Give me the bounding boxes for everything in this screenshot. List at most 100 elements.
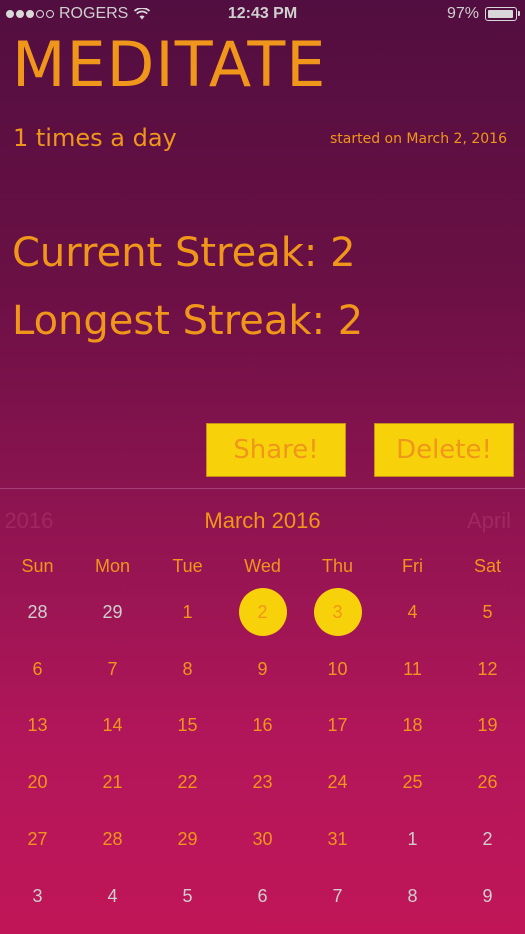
calendar-day[interactable]: 1 — [375, 811, 450, 868]
calendar-week-row: 13 14 15 16 17 18 19 — [0, 698, 525, 755]
calendar-day-number: 4 — [407, 601, 418, 622]
calendar-day-completed[interactable]: 2 — [225, 584, 300, 641]
status-right: 97% — [446, 5, 520, 23]
month-header[interactable]: ry 2016 March 2016 April — [0, 508, 525, 538]
calendar-day-number: 9 — [482, 885, 493, 906]
weekday-header: Sun Mon Tue Wed Thu Fri Sat — [0, 556, 525, 577]
current-streak: Current Streak: 2 — [12, 230, 356, 276]
calendar-day-completed[interactable]: 3 — [300, 584, 375, 641]
delete-button[interactable]: Delete! — [374, 423, 514, 477]
calendar-day[interactable]: 11 — [375, 641, 450, 698]
calendar-day-number: 11 — [403, 658, 422, 679]
battery-icon — [485, 7, 520, 21]
calendar-day[interactable]: 8 — [375, 868, 450, 925]
weekday-fri: Fri — [402, 556, 423, 576]
calendar-day[interactable]: 7 — [75, 641, 150, 698]
calendar-day[interactable]: 8 — [150, 641, 225, 698]
calendar-day[interactable]: 23 — [225, 754, 300, 811]
calendar-day[interactable]: 19 — [450, 698, 525, 755]
calendar-day[interactable]: 29 — [150, 811, 225, 868]
calendar-day[interactable]: 31 — [300, 811, 375, 868]
calendar-day[interactable]: 9 — [225, 641, 300, 698]
calendar-day-number: 25 — [402, 772, 423, 793]
calendar-day[interactable]: 5 — [450, 584, 525, 641]
calendar-day-number: 29 — [102, 601, 123, 622]
weekday-thu: Thu — [321, 556, 354, 576]
weekday-tue: Tue — [172, 556, 203, 576]
calendar-day-number: 27 — [27, 829, 48, 850]
calendar-day[interactable]: 13 — [0, 698, 75, 755]
calendar-day-number: 1 — [407, 829, 418, 850]
share-button[interactable]: Share! — [206, 423, 346, 477]
calendar-day[interactable]: 12 — [450, 641, 525, 698]
calendar-week-row: 28 29 1 2 3 4 5 — [0, 584, 525, 641]
calendar-day-number: 8 — [182, 658, 193, 679]
calendar-week-row: 3 4 5 6 7 8 9 — [0, 868, 525, 925]
calendar-day-number: 28 — [102, 829, 123, 850]
calendar-day[interactable]: 26 — [450, 754, 525, 811]
calendar-day[interactable]: 21 — [75, 754, 150, 811]
calendar-day-number: 8 — [407, 885, 418, 906]
current-month-label: March 2016 — [204, 508, 321, 533]
calendar-day-number: 28 — [27, 601, 48, 622]
calendar-day[interactable]: 4 — [375, 584, 450, 641]
calendar-week-row: 20 21 22 23 24 25 26 — [0, 754, 525, 811]
calendar-day[interactable]: 6 — [225, 868, 300, 925]
calendar-day[interactable]: 1 — [150, 584, 225, 641]
habit-title: MEDITATE — [12, 28, 327, 101]
calendar-day-number: 29 — [177, 829, 198, 850]
calendar-day[interactable]: 18 — [375, 698, 450, 755]
calendar-day[interactable]: 4 — [75, 868, 150, 925]
calendar-grid: 28 29 1 2 3 4 5 6 7 8 9 10 11 12 13 14 15 16 17 18 19 20 21 22 2… — [0, 584, 525, 925]
calendar-day-number: 3 — [332, 601, 343, 622]
weekday-wed: Wed — [244, 556, 281, 576]
calendar-day[interactable]: 16 — [225, 698, 300, 755]
calendar-day-number: 6 — [32, 658, 43, 679]
calendar-day-number: 21 — [102, 772, 123, 793]
calendar-day-number: 15 — [177, 715, 198, 736]
calendar-day[interactable]: 28 — [75, 811, 150, 868]
battery-percent: 97% — [446, 5, 479, 22]
calendar-day[interactable]: 28 — [0, 584, 75, 641]
calendar-day-number: 1 — [182, 601, 193, 622]
calendar-day-number: 3 — [32, 885, 43, 906]
calendar-week-row: 6 7 8 9 10 11 12 — [0, 641, 525, 698]
calendar-day[interactable]: 24 — [300, 754, 375, 811]
next-month-label[interactable]: April — [467, 508, 511, 534]
calendar-day-number: 10 — [327, 658, 348, 679]
calendar-day-number: 31 — [327, 829, 348, 850]
calendar-day-number: 5 — [482, 601, 493, 622]
calendar-day-number: 23 — [252, 772, 273, 793]
calendar-day[interactable]: 15 — [150, 698, 225, 755]
calendar-day[interactable]: 25 — [375, 754, 450, 811]
calendar-day[interactable]: 22 — [150, 754, 225, 811]
calendar-day[interactable]: 20 — [0, 754, 75, 811]
calendar-day-number: 17 — [327, 715, 348, 736]
calendar-day-number: 5 — [182, 885, 193, 906]
calendar-day-number: 24 — [327, 772, 348, 793]
longest-streak: Longest Streak: 2 — [12, 298, 364, 344]
calendar-day[interactable]: 7 — [300, 868, 375, 925]
calendar-week-row: 27 28 29 30 31 1 2 — [0, 811, 525, 868]
calendar-day[interactable]: 2 — [450, 811, 525, 868]
calendar-day[interactable]: 9 — [450, 868, 525, 925]
calendar-day[interactable]: 14 — [75, 698, 150, 755]
calendar-day[interactable]: 30 — [225, 811, 300, 868]
calendar-day[interactable]: 3 — [0, 868, 75, 925]
weekday-sat: Sat — [473, 556, 502, 576]
calendar-day-number: 2 — [257, 601, 268, 622]
calendar-day[interactable]: 29 — [75, 584, 150, 641]
calendar-day[interactable]: 10 — [300, 641, 375, 698]
calendar-day[interactable]: 27 — [0, 811, 75, 868]
calendar-day-number: 14 — [102, 715, 123, 736]
calendar-day-number: 9 — [257, 658, 268, 679]
calendar-day-number: 19 — [477, 715, 498, 736]
calendar-day-number: 13 — [27, 715, 48, 736]
calendar-day[interactable]: 17 — [300, 698, 375, 755]
calendar-day[interactable]: 6 — [0, 641, 75, 698]
calendar-day-number: 6 — [257, 885, 268, 906]
calendar-day-number: 30 — [252, 829, 273, 850]
calendar-day[interactable]: 5 — [150, 868, 225, 925]
calendar-day-number: 12 — [477, 658, 498, 679]
divider — [0, 488, 525, 489]
